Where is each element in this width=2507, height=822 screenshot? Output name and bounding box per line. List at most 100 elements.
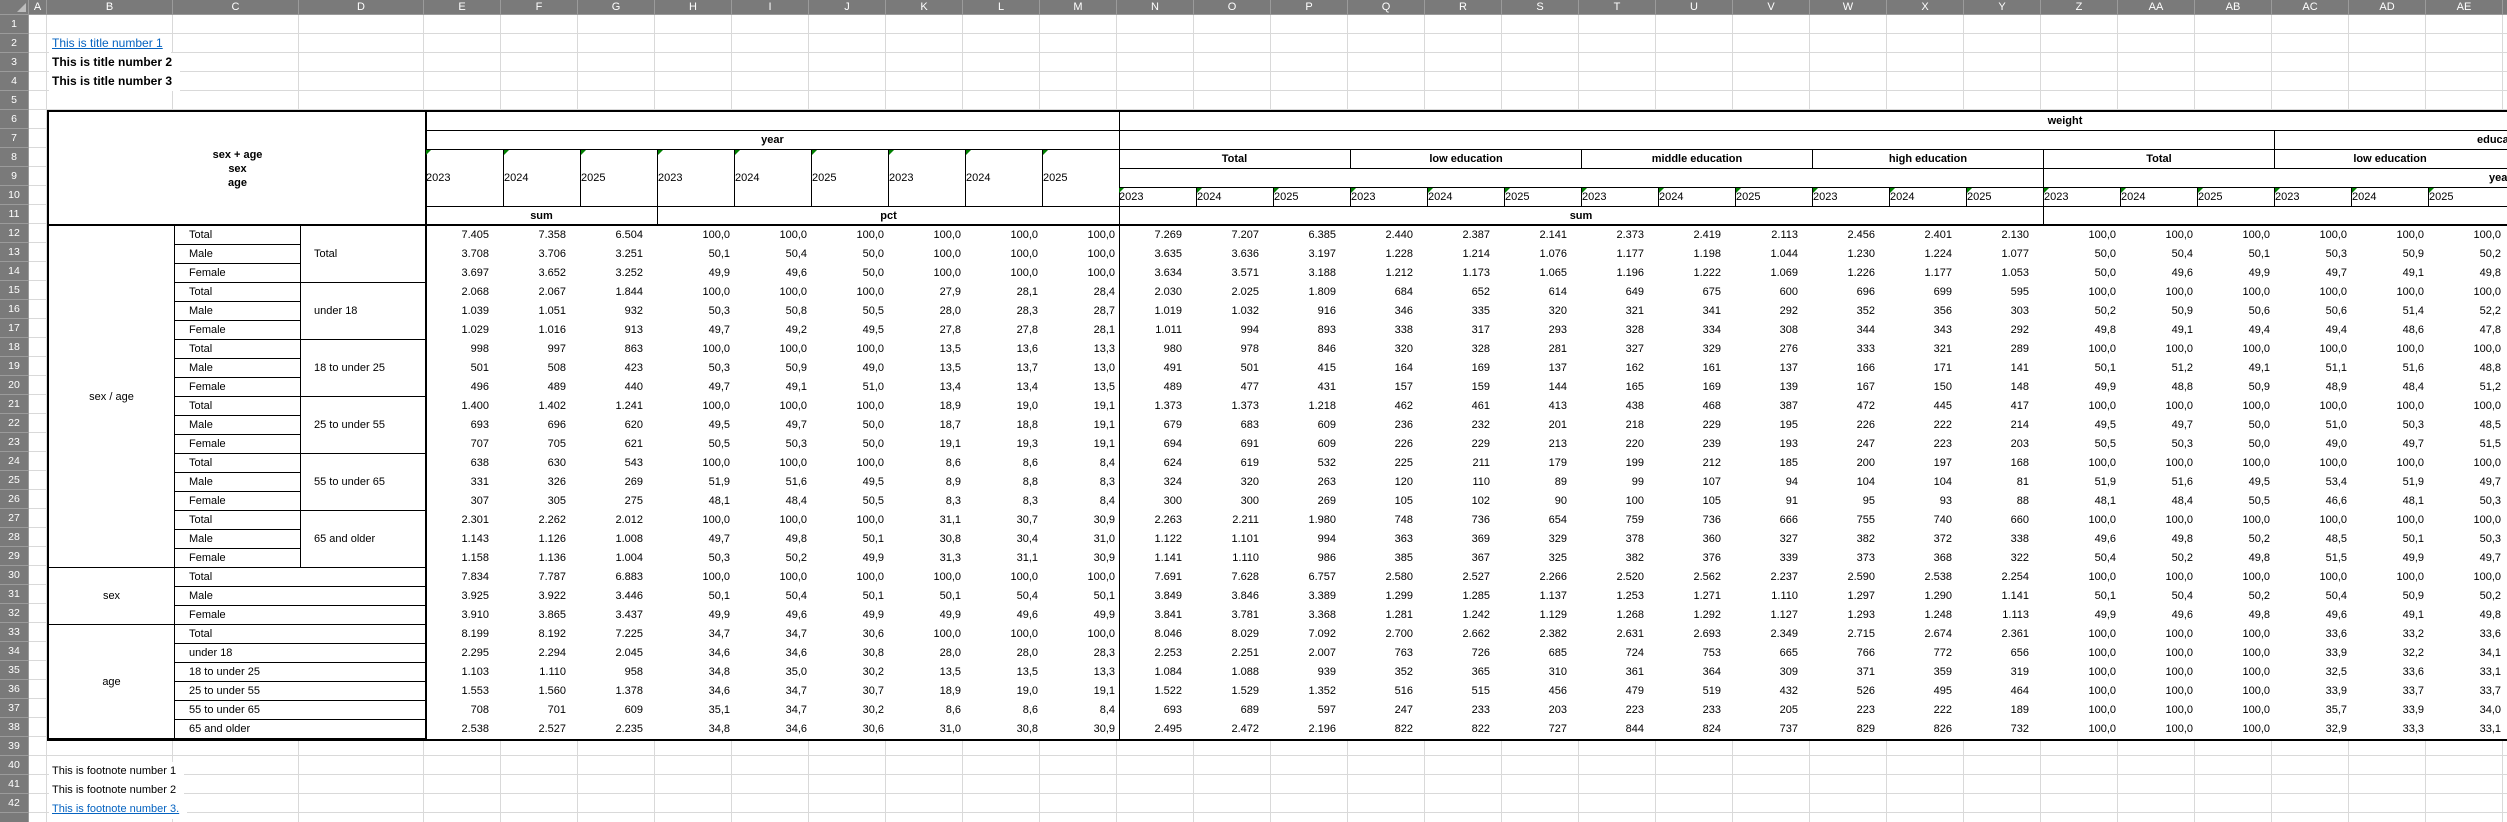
data-cell[interactable]: 49,8 — [2043, 321, 2120, 340]
data-cell[interactable]: 3.188 — [1273, 264, 1350, 283]
data-cell[interactable]: 50,1 — [2043, 359, 2120, 378]
stub-sex-cell[interactable]: Male — [175, 473, 301, 492]
data-cell[interactable]: 980 — [1119, 340, 1196, 359]
stub-label-cell[interactable]: 65 and older — [175, 720, 426, 739]
column-header-E[interactable]: E — [424, 0, 501, 14]
data-cell[interactable]: 148 — [1966, 378, 2043, 397]
data-cell[interactable]: 464 — [1966, 682, 2043, 701]
data-cell[interactable]: 185 — [1735, 454, 1812, 473]
data-cell[interactable]: 724 — [1581, 644, 1658, 663]
data-cell[interactable]: 13,5 — [965, 663, 1042, 682]
stub-age-cell[interactable]: 25 to under 55 — [301, 397, 426, 454]
data-cell[interactable]: 105 — [1350, 492, 1427, 511]
data-cell[interactable]: 328 — [1427, 340, 1504, 359]
data-cell[interactable]: 50,5 — [2197, 492, 2274, 511]
data-cell[interactable]: 772 — [1889, 644, 1966, 663]
data-cell[interactable]: 137 — [1735, 359, 1812, 378]
data-cell[interactable]: 736 — [1427, 511, 1504, 530]
data-cell[interactable]: 100,0 — [2351, 226, 2428, 245]
data-cell[interactable]: 2.527 — [1427, 568, 1504, 587]
stub-sex-cell[interactable]: Female — [175, 492, 301, 511]
data-cell[interactable]: 34,7 — [734, 682, 811, 701]
data-cell[interactable]: 385 — [1350, 549, 1427, 568]
data-cell[interactable]: 1.297 — [1812, 587, 1889, 606]
data-cell[interactable]: 167 — [1812, 378, 1889, 397]
data-cell[interactable]: 33,1 — [2428, 720, 2505, 739]
data-cell[interactable]: 100,0 — [2351, 511, 2428, 530]
data-cell[interactable]: 100,0 — [734, 568, 811, 587]
data-cell[interactable]: 49,8 — [2428, 606, 2505, 625]
data-cell[interactable]: 1.051 — [503, 302, 580, 321]
data-cell[interactable]: 13,3 — [1042, 663, 1119, 682]
data-cell[interactable]: 18,9 — [888, 397, 965, 416]
data-cell[interactable]: 2.387 — [1427, 226, 1504, 245]
data-cell[interactable]: 1.173 — [1427, 264, 1504, 283]
data-cell[interactable]: 1.084 — [1119, 663, 1196, 682]
data-cell[interactable]: 100,0 — [811, 340, 888, 359]
data-cell[interactable]: 100,0 — [888, 264, 965, 283]
year-cell[interactable]: 2024 — [1658, 188, 1735, 207]
stub-sex-cell[interactable]: Total — [175, 226, 301, 245]
data-cell[interactable]: 335 — [1427, 302, 1504, 321]
data-cell[interactable]: 2.382 — [1504, 625, 1581, 644]
data-cell[interactable]: 223 — [1812, 701, 1889, 720]
data-cell[interactable]: 49,5 — [811, 321, 888, 340]
data-cell[interactable]: 3.368 — [1273, 606, 1350, 625]
stub-sex-cell[interactable]: Male — [175, 302, 301, 321]
data-cell[interactable]: 51,6 — [2351, 359, 2428, 378]
data-cell[interactable]: 609 — [1273, 435, 1350, 454]
data-cell[interactable]: 222 — [1889, 416, 1966, 435]
data-cell[interactable]: 1.053 — [1966, 264, 2043, 283]
data-cell[interactable]: 3.636 — [1196, 245, 1273, 264]
data-cell[interactable]: 994 — [1196, 321, 1273, 340]
data-cell[interactable]: 740 — [1889, 511, 1966, 530]
title-2[interactable]: This is title number 2 — [49, 53, 180, 72]
data-cell[interactable]: 31,1 — [888, 511, 965, 530]
data-cell[interactable]: 31,1 — [965, 549, 1042, 568]
data-cell[interactable]: 1.158 — [426, 549, 503, 568]
data-cell[interactable]: 2.562 — [1658, 568, 1735, 587]
data-cell[interactable]: 104 — [1889, 473, 1966, 492]
data-cell[interactable]: 189 — [1966, 701, 2043, 720]
data-cell[interactable]: 19,0 — [965, 682, 1042, 701]
data-cell[interactable]: 50,0 — [811, 264, 888, 283]
data-cell[interactable]: 100,0 — [965, 245, 1042, 264]
data-cell[interactable]: 33,6 — [2428, 625, 2505, 644]
data-cell[interactable]: 373 — [1812, 549, 1889, 568]
data-cell[interactable]: 100,0 — [734, 226, 811, 245]
data-cell[interactable]: 707 — [426, 435, 503, 454]
data-cell[interactable]: 100,0 — [1042, 226, 1119, 245]
data-cell[interactable]: 32,2 — [2351, 644, 2428, 663]
data-cell[interactable]: 100,0 — [2428, 340, 2505, 359]
data-cell[interactable]: 49,1 — [2351, 606, 2428, 625]
year-cell[interactable]: 2024 — [734, 150, 811, 207]
stub-section-age[interactable]: age — [49, 625, 175, 739]
data-cell[interactable]: 2.472 — [1196, 720, 1273, 739]
data-cell[interactable]: 656 — [1966, 644, 2043, 663]
data-cell[interactable]: 1.281 — [1350, 606, 1427, 625]
data-cell[interactable]: 51,9 — [2351, 473, 2428, 492]
data-cell[interactable]: 2.538 — [1889, 568, 1966, 587]
data-cell[interactable]: 49,5 — [811, 473, 888, 492]
data-cell[interactable]: 320 — [1504, 302, 1581, 321]
data-cell[interactable]: 33,3 — [2351, 720, 2428, 739]
row-header-5[interactable]: 5 — [0, 91, 28, 110]
data-cell[interactable]: 28,3 — [965, 302, 1042, 321]
stub-sex-cell[interactable]: Total — [175, 283, 301, 302]
data-cell[interactable]: 100,0 — [888, 625, 965, 644]
data-cell[interactable]: 916 — [1273, 302, 1350, 321]
data-cell[interactable]: 34,7 — [734, 701, 811, 720]
data-cell[interactable]: 292 — [1735, 302, 1812, 321]
data-cell[interactable]: 50,3 — [2351, 416, 2428, 435]
data-cell[interactable]: 501 — [1196, 359, 1273, 378]
data-cell[interactable]: 35,7 — [2274, 701, 2351, 720]
row-header-16[interactable]: 16 — [0, 300, 28, 319]
data-cell[interactable]: 30,7 — [811, 682, 888, 701]
data-cell[interactable]: 346 — [1350, 302, 1427, 321]
data-cell[interactable]: 195 — [1735, 416, 1812, 435]
data-cell[interactable]: 609 — [1273, 416, 1350, 435]
data-cell[interactable]: 51,5 — [2428, 435, 2505, 454]
stub-age-cell[interactable]: 18 to under 25 — [301, 340, 426, 397]
data-cell[interactable]: 49,6 — [734, 606, 811, 625]
data-cell[interactable]: 229 — [1658, 416, 1735, 435]
